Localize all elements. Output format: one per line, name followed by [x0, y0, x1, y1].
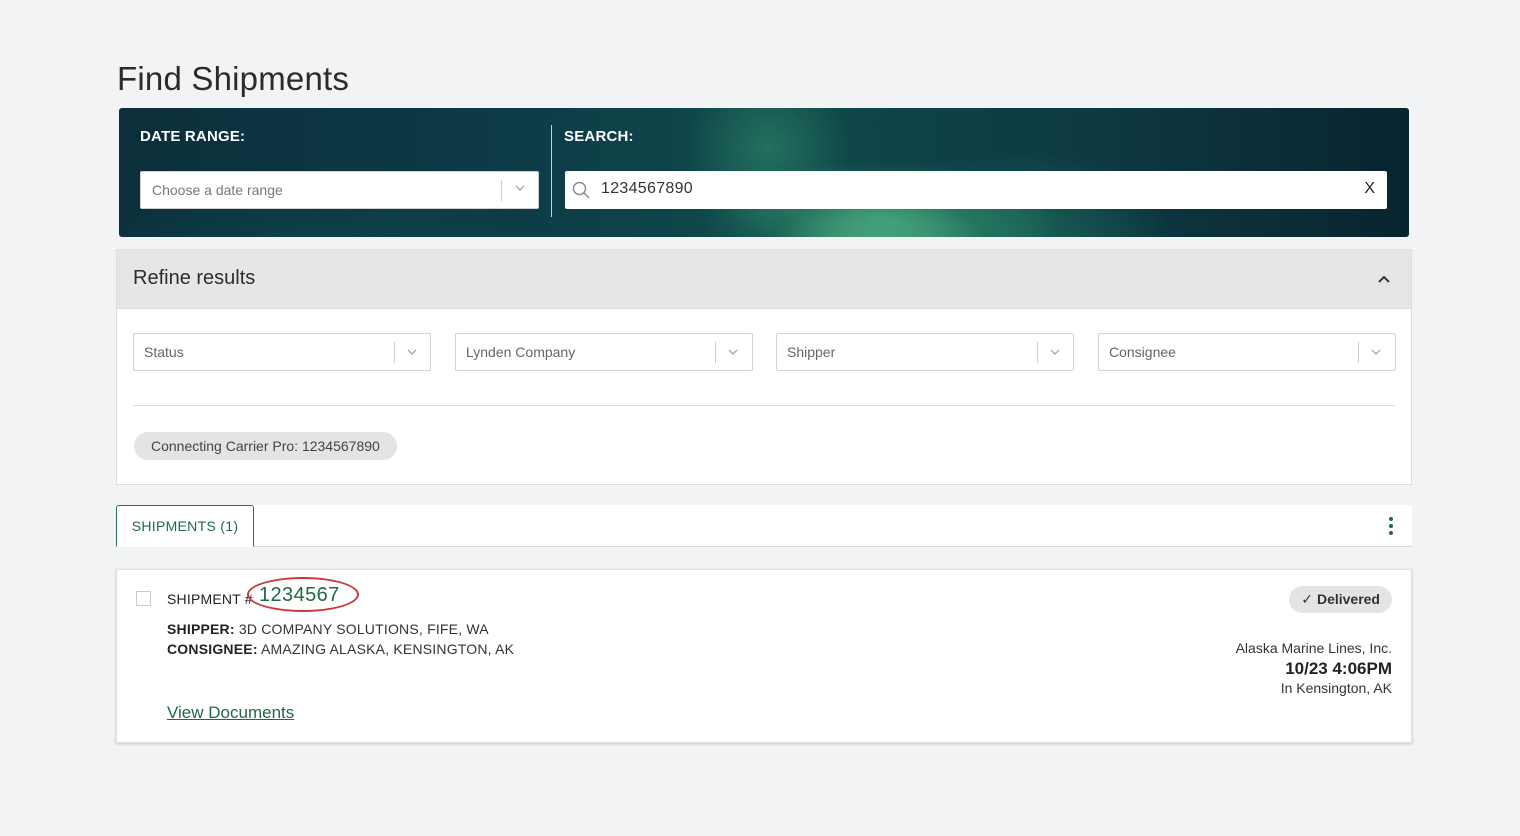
- consignee-value: AMAZING ALASKA, KENSINGTON, AK: [261, 641, 515, 657]
- select-separator: [501, 180, 502, 201]
- checkmark-icon: ✓: [1301, 591, 1313, 607]
- consignee-filter-label: Consignee: [1109, 344, 1176, 360]
- chevron-down-icon: [728, 349, 738, 355]
- shipper-value: 3D COMPANY SOLUTIONS, FIFE, WA: [238, 621, 489, 637]
- status-filter[interactable]: Status: [133, 333, 431, 371]
- carrier-name: Alaska Marine Lines, Inc.: [1235, 640, 1392, 656]
- page-title: Find Shipments: [117, 60, 350, 97]
- select-separator: [394, 342, 395, 363]
- refine-results-panel: Refine results Status Lynden Company Shi…: [116, 249, 1412, 485]
- banner-divider: [551, 125, 552, 217]
- shipper-line: SHIPPER: 3D COMPANY SOLUTIONS, FIFE, WA: [167, 621, 489, 637]
- shipment-checkbox[interactable]: [136, 591, 151, 606]
- date-range-select[interactable]: Choose a date range: [140, 171, 539, 209]
- tabs-bar: SHIPMENTS (1): [116, 505, 1412, 547]
- refine-divider: [133, 405, 1395, 406]
- date-range-label: DATE RANGE:: [140, 128, 246, 145]
- select-separator: [715, 342, 716, 363]
- kebab-menu-icon[interactable]: [1388, 516, 1394, 536]
- chevron-down-icon: [1050, 349, 1060, 355]
- clear-search-button[interactable]: X: [1364, 180, 1375, 198]
- search-label: SEARCH:: [564, 128, 634, 145]
- shipment-card: SHIPMENT # 1234567 SHIPPER: 3D COMPANY S…: [116, 569, 1412, 743]
- search-value: 1234567890: [601, 180, 693, 197]
- chevron-down-icon: [1371, 349, 1381, 355]
- status-filter-label: Status: [144, 344, 184, 360]
- chevron-down-icon: [515, 185, 525, 191]
- consignee-filter[interactable]: Consignee: [1098, 333, 1396, 371]
- view-documents-link[interactable]: View Documents: [167, 703, 294, 723]
- delivery-datetime: 10/23 4:06PM: [1285, 659, 1392, 678]
- shipper-filter[interactable]: Shipper: [776, 333, 1074, 371]
- lynden-company-filter-label: Lynden Company: [466, 344, 576, 360]
- refine-results-title: Refine results: [133, 267, 256, 289]
- chevron-down-icon: [407, 349, 417, 355]
- consignee-label: CONSIGNEE:: [167, 641, 258, 657]
- search-icon: [572, 181, 590, 199]
- refine-results-header[interactable]: Refine results: [117, 250, 1411, 309]
- search-input[interactable]: 1234567890 X: [565, 171, 1387, 209]
- search-banner: DATE RANGE: Choose a date range SEARCH: …: [119, 108, 1409, 237]
- date-range-placeholder: Choose a date range: [152, 182, 283, 198]
- status-badge: ✓ Delivered: [1289, 586, 1392, 613]
- annotation-circle: [247, 577, 359, 612]
- lynden-company-filter[interactable]: Lynden Company: [455, 333, 753, 371]
- delivery-location: In Kensington, AK: [1280, 680, 1392, 696]
- tab-shipments[interactable]: SHIPMENTS (1): [116, 505, 254, 547]
- active-filter-chip[interactable]: Connecting Carrier Pro: 1234567890: [134, 432, 397, 460]
- select-separator: [1037, 342, 1038, 363]
- select-separator: [1358, 342, 1359, 363]
- status-text: Delivered: [1316, 591, 1380, 607]
- shipment-label: SHIPMENT #: [167, 591, 253, 607]
- shipper-filter-label: Shipper: [787, 344, 836, 360]
- shipper-label: SHIPPER:: [167, 621, 235, 637]
- chevron-up-icon[interactable]: [1377, 272, 1391, 286]
- consignee-line: CONSIGNEE: AMAZING ALASKA, KENSINGTON, A…: [167, 641, 514, 657]
